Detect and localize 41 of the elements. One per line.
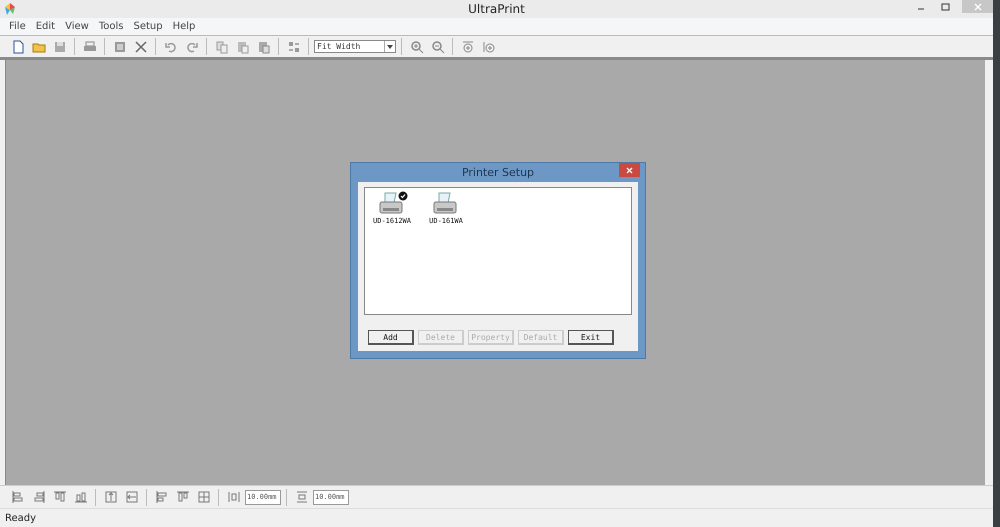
- printer-icon: [434, 192, 456, 214]
- dialog-button[interactable]: Add: [368, 330, 414, 345]
- menu-item[interactable]: Help: [168, 21, 200, 32]
- default-check-icon: [398, 191, 408, 201]
- horizontal-spacing-icon[interactable]: [226, 490, 240, 504]
- same-size-icon[interactable]: [196, 490, 210, 504]
- status-text: Ready: [5, 512, 36, 524]
- menu-item[interactable]: Edit: [30, 21, 60, 32]
- delete-icon[interactable]: [134, 40, 148, 54]
- zoom-fit-icon[interactable]: [482, 40, 496, 54]
- new-file-icon[interactable]: [10, 40, 24, 54]
- paste-icon[interactable]: [236, 40, 250, 54]
- paste-icon[interactable]: [256, 40, 270, 54]
- menu-item[interactable]: File: [4, 21, 31, 32]
- same-width-icon[interactable]: [154, 490, 168, 504]
- zoom-fit-icon[interactable]: [460, 40, 474, 54]
- zoom-in-icon[interactable]: [410, 40, 424, 54]
- align-right-icon[interactable]: [32, 490, 46, 504]
- zoom-select[interactable]: Fit Width: [314, 40, 396, 53]
- copy-icon[interactable]: [214, 40, 228, 54]
- printer-icon: [380, 192, 402, 214]
- align-bottom-icon[interactable]: [74, 490, 88, 504]
- menu-item[interactable]: Setup: [128, 21, 168, 32]
- align-top-icon[interactable]: [52, 490, 66, 504]
- dialog-button[interactable]: Exit: [568, 330, 614, 345]
- align-left-icon[interactable]: [10, 490, 24, 504]
- same-height-icon[interactable]: [176, 490, 190, 504]
- zoom-out-icon[interactable]: [430, 40, 444, 54]
- dialog-title: Printer Setup: [462, 166, 534, 179]
- maximize-icon[interactable]: [940, 2, 950, 10]
- vertical-spacing-icon[interactable]: [294, 490, 308, 504]
- window-title: UltraPrint: [468, 2, 525, 16]
- menu-item[interactable]: View: [60, 21, 94, 32]
- app-logo-icon: [4, 3, 16, 15]
- close-icon: [974, 2, 982, 10]
- menu-item[interactable]: Tools: [94, 21, 128, 32]
- caret-icon: [387, 44, 393, 48]
- close-icon: [626, 166, 633, 174]
- save-icon[interactable]: [52, 40, 66, 54]
- dialog-close-button[interactable]: [619, 163, 640, 177]
- printer-icon[interactable]: [82, 40, 96, 54]
